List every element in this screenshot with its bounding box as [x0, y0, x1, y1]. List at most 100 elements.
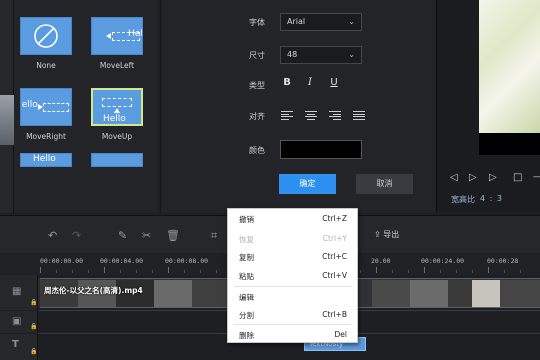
chevron-down-icon: ⌄ — [348, 17, 355, 26]
hello-sample-text: Hello — [103, 114, 126, 124]
animation-item-partial-2[interactable] — [90, 153, 144, 167]
play-icon[interactable]: ▷ — [469, 172, 477, 183]
menu-item-label: 撤销 — [239, 215, 254, 224]
animation-item-none[interactable]: None — [19, 17, 73, 70]
trash-icon[interactable]: 🗑 — [166, 229, 180, 242]
size-select[interactable]: 48 ⌄ — [280, 46, 362, 64]
hello-sample-text: Hello — [21, 100, 38, 110]
context-menu: 撤销 Ctrl+Z 恢复 Ctrl+Y 复制 Ctrl+C 粘贴 Ctrl+V … — [227, 208, 358, 343]
export-label: 导出 — [383, 230, 400, 239]
align-justify-icon[interactable] — [353, 111, 365, 120]
video-track-header: ▦ 🔒 — [0, 275, 38, 310]
animation-item-label: MoveRight — [26, 132, 66, 141]
menu-item-shortcut: Ctrl+C — [322, 252, 347, 261]
menu-separator — [234, 286, 351, 287]
animation-moveright-thumbnail: Hello — [20, 88, 72, 126]
menu-separator — [234, 324, 351, 325]
animation-moveup-thumbnail: Hello — [91, 88, 143, 126]
align-left-icon[interactable] — [281, 111, 293, 120]
text-track-header: T 🔒 — [0, 334, 38, 360]
animation-item-partial-1[interactable]: Hello — [19, 153, 73, 167]
menu-item-label: 恢复 — [239, 235, 254, 244]
align-right-icon[interactable] — [329, 111, 341, 120]
aspect-ratio-label: 宽高比 — [451, 195, 475, 204]
font-select[interactable]: Arial ⌄ — [280, 13, 362, 31]
text-track-icon: T — [12, 339, 19, 350]
overlay-track-header: ▣ 🔒 — [0, 311, 38, 333]
hello-sample-text: Hello — [128, 29, 143, 39]
chevron-down-icon: ⌄ — [348, 50, 355, 59]
animation-item-label: MoveLeft — [99, 61, 135, 70]
animation-item-moveright[interactable]: Hello MoveRight — [19, 88, 73, 141]
animation-item-label: MoveUp — [101, 132, 133, 141]
scissors-icon[interactable]: ✂ — [142, 229, 151, 242]
ruler-tick-label: 00:00:04.00 — [100, 257, 144, 265]
no-entry-icon — [34, 24, 58, 48]
previous-frame-icon[interactable]: ◁ — [450, 172, 458, 183]
menu-item-shortcut: Ctrl+V — [322, 271, 347, 280]
aspect-ratio-value[interactable]: 4 : 3 — [480, 194, 503, 203]
next-frame-icon[interactable]: ▷ — [489, 172, 497, 183]
underline-button[interactable]: U — [327, 76, 341, 90]
menu-item-edit[interactable]: 编辑 — [228, 288, 357, 306]
animation-item-label: None — [36, 61, 56, 70]
italic-button[interactable]: I — [303, 76, 317, 90]
animation-moveleft-thumbnail: Hello — [91, 17, 143, 55]
lock-icon[interactable]: 🔒 — [30, 348, 37, 355]
menu-item-label: 分割 — [239, 311, 254, 320]
video-clip-title: 周杰伦-以父之名(高清).mp4 — [44, 286, 143, 295]
menu-item-shortcut: Ctrl+B — [322, 310, 347, 319]
animation-item-moveleft[interactable]: Hello MoveLeft — [90, 17, 144, 70]
menu-item-shortcut: Ctrl+Y — [322, 234, 347, 243]
menu-item-delete[interactable]: 删除 Del — [228, 326, 357, 344]
film-icon: ▦ — [12, 286, 22, 297]
undo-icon[interactable]: ↶ — [48, 229, 57, 242]
media-thumbnail-partial[interactable] — [0, 95, 14, 145]
lock-icon[interactable]: 🔒 — [30, 299, 37, 306]
menu-item-copy[interactable]: 复制 Ctrl+C — [228, 248, 357, 266]
align-label: 对齐 — [249, 112, 265, 121]
arrow-up-icon — [114, 108, 120, 113]
export-icon: ⇪ — [374, 230, 381, 239]
menu-item-label: 删除 — [239, 331, 254, 340]
image-track-icon: ▣ — [12, 316, 22, 327]
volume-icon[interactable]: — — [533, 172, 540, 182]
animation-partial-thumbnail — [91, 153, 143, 167]
stop-icon[interactable]: □ — [513, 172, 522, 183]
animation-presets-panel: None Hello MoveLeft Hello MoveRight Hell… — [14, 0, 170, 213]
cancel-button[interactable]: 取消 — [356, 174, 413, 194]
menu-item-undo[interactable]: 撤销 Ctrl+Z — [228, 210, 357, 228]
text-properties-panel: 字体 Arial ⌄ 尺寸 48 ⌄ 类型 B I U 对齐 颜色 确定 取消 — [160, 0, 435, 213]
animation-item-moveup[interactable]: Hello MoveUp — [90, 88, 144, 141]
menu-item-paste[interactable]: 粘贴 Ctrl+V — [228, 267, 357, 285]
bold-button[interactable]: B — [280, 76, 294, 90]
font-label: 字体 — [249, 18, 265, 27]
pencil-icon[interactable]: ✎ — [118, 229, 127, 242]
menu-item-shortcut: Del — [334, 330, 347, 339]
align-center-icon[interactable] — [305, 111, 317, 120]
redo-icon[interactable]: ↷ — [72, 229, 81, 242]
ruler-tick-label: 00:00:08.00 — [165, 257, 209, 265]
export-button[interactable]: ⇪ 导出 — [374, 229, 399, 240]
menu-item-split[interactable]: 分割 Ctrl+B — [228, 306, 357, 324]
hello-sample-text: Hello — [33, 154, 56, 164]
menu-item-label: 粘贴 — [239, 272, 254, 281]
video-preview-letterbox — [479, 133, 540, 155]
size-label: 尺寸 — [249, 51, 265, 60]
font-select-value: Arial — [287, 17, 306, 26]
size-select-value: 48 — [287, 50, 298, 59]
video-preview-frame — [479, 0, 540, 133]
lock-icon[interactable]: 🔒 — [30, 323, 37, 330]
crop-icon[interactable]: ⌗ — [211, 229, 217, 243]
animation-none-thumbnail — [20, 17, 72, 55]
style-label: 类型 — [249, 81, 265, 90]
arrow-left-icon — [106, 33, 111, 39]
confirm-button[interactable]: 确定 — [279, 174, 336, 194]
animation-partial-thumbnail: Hello — [20, 153, 72, 167]
ruler-tick-label: 00:00:00.00 — [40, 257, 84, 265]
ruler-tick-label: 00:00:24.00 — [421, 257, 465, 265]
menu-item-redo[interactable]: 恢复 Ctrl+Y — [228, 230, 357, 248]
color-label: 颜色 — [249, 146, 265, 155]
color-picker[interactable] — [280, 140, 362, 159]
ruler-tick-label: 20.00 — [371, 257, 391, 265]
